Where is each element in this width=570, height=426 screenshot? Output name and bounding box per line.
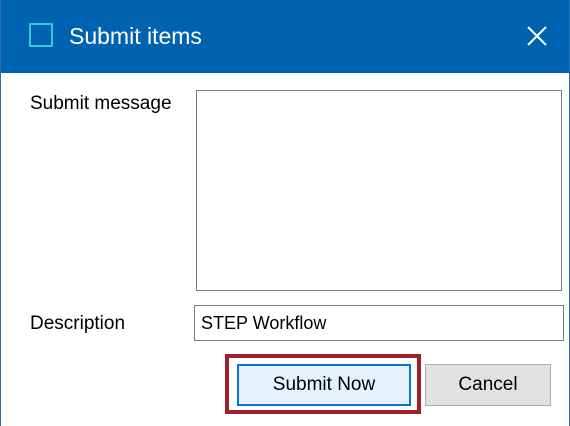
submit-message-field[interactable]	[196, 90, 562, 291]
submit-items-dialog: Submit items Submit message Description …	[0, 0, 570, 426]
submit-now-button[interactable]: Submit Now	[237, 364, 411, 406]
window-icon	[29, 23, 53, 47]
description-field[interactable]	[194, 305, 564, 341]
cancel-button[interactable]: Cancel	[425, 364, 551, 406]
title-bar: Submit items	[1, 0, 569, 73]
submit-message-label: Submit message	[30, 93, 172, 114]
close-button[interactable]	[515, 14, 559, 58]
close-icon	[527, 26, 547, 46]
dialog-title: Submit items	[69, 23, 202, 49]
description-label: Description	[30, 313, 126, 334]
